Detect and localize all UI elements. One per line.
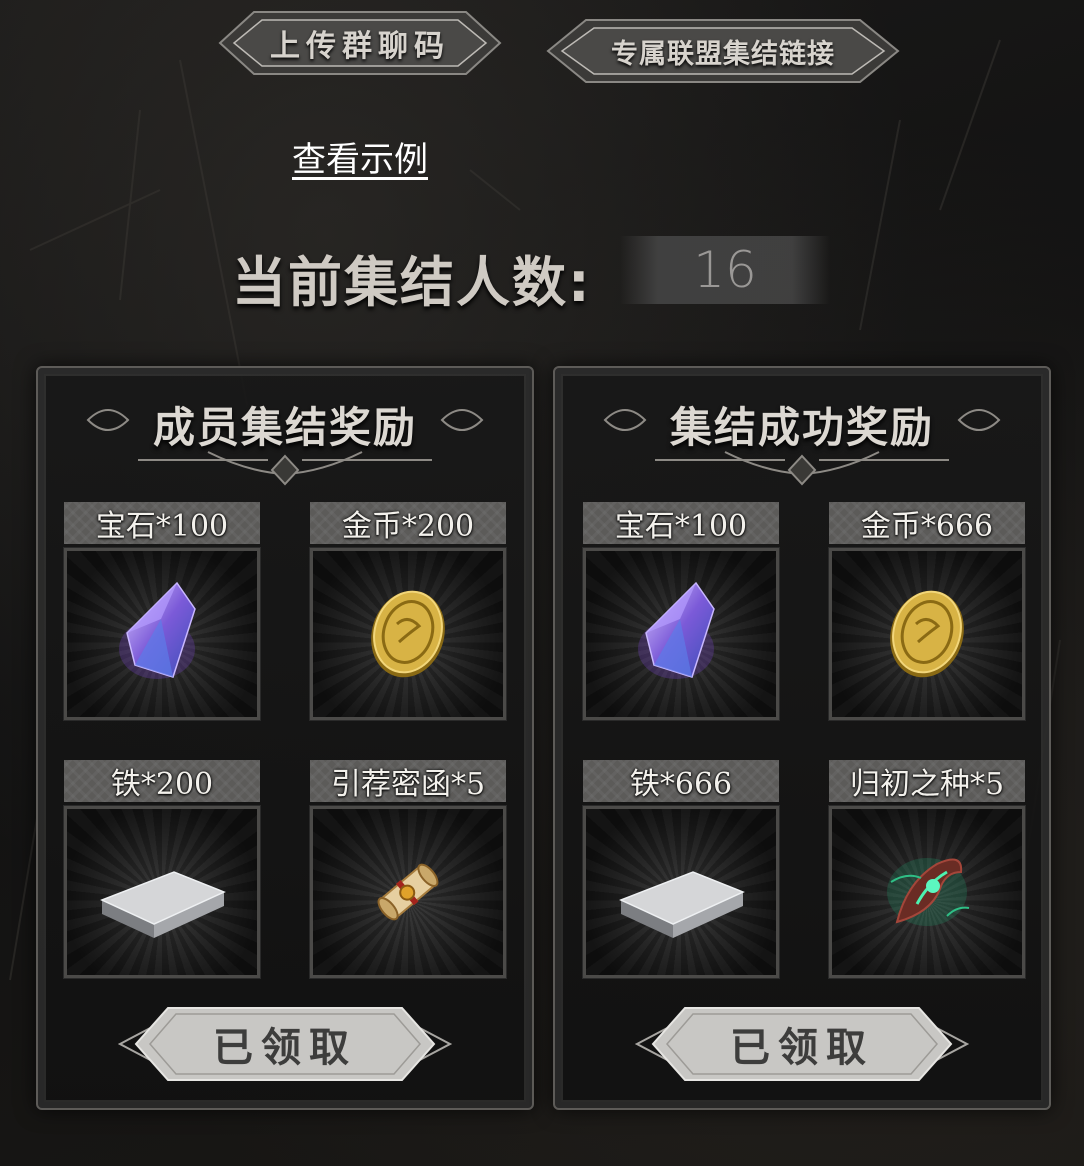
reward-label: 金币*200 [310,502,506,544]
reward-item: 铁*200 [63,760,261,979]
reward-label: 归初之种*5 [829,760,1025,802]
panel-title: 集结成功奖励 [669,403,934,452]
reward-label: 铁*666 [583,760,779,802]
upload-group-code-label: 上传群聊码 [270,29,450,64]
alliance-rally-link-button[interactable]: 专属联盟集结链接 [546,16,900,86]
reward-item: 铁*666 [582,760,780,979]
reward-item: 宝石*100 [582,502,780,721]
claim-button-label: 已领取 [213,1025,357,1071]
reward-label: 宝石*100 [583,502,779,544]
gem-icon [119,581,196,679]
scroll-icon [377,863,439,921]
reward-icon-box [63,547,261,721]
reward-icon-box [309,805,507,979]
reward-icon-box [582,547,780,721]
reward-label: 引荐密函*5 [310,760,506,802]
rally-count-label: 当前集结人数: [232,251,592,314]
reward-icon-box [63,805,261,979]
reward-item: 金币*666 [828,502,1026,721]
rally-success-rewards-panel: 集结成功奖励 宝石*100 金币*666 铁*666 归初之种*5 已领取 [553,366,1051,1110]
rally-count-value: 16 [693,241,757,299]
reward-icon-box [582,805,780,979]
alliance-rally-link-label: 专属联盟集结链接 [611,38,835,70]
reward-item: 归初之种*5 [828,760,1026,979]
gem-icon [638,581,715,679]
reward-icon-box [309,547,507,721]
rally-count-box: 16 [620,236,830,304]
member-rally-rewards-panel: 成员集结奖励 宝石*100 金币*200 铁*200 引荐密函*5 已领取 [36,366,534,1110]
reward-icon-box [828,547,1026,721]
gold-coin-icon [371,590,445,678]
claim-button-label: 已领取 [730,1025,874,1071]
reward-item: 金币*200 [309,502,507,721]
seed-icon [887,858,970,926]
reward-label: 宝石*100 [64,502,260,544]
reward-item: 引荐密函*5 [309,760,507,979]
reward-item: 宝石*100 [63,502,261,721]
reward-label: 铁*200 [64,760,260,802]
iron-ingot-icon [100,871,226,938]
view-example-link[interactable]: 查看示例 [292,132,428,181]
upload-group-code-button[interactable]: 上传群聊码 [218,8,502,78]
gold-coin-icon [890,590,964,678]
reward-label: 金币*666 [829,502,1025,544]
reward-icon-box [828,805,1026,979]
claim-button[interactable]: 已领取 [118,1004,452,1084]
iron-ingot-icon [619,871,745,938]
panel-title: 成员集结奖励 [152,403,417,452]
claim-button[interactable]: 已领取 [635,1004,969,1084]
